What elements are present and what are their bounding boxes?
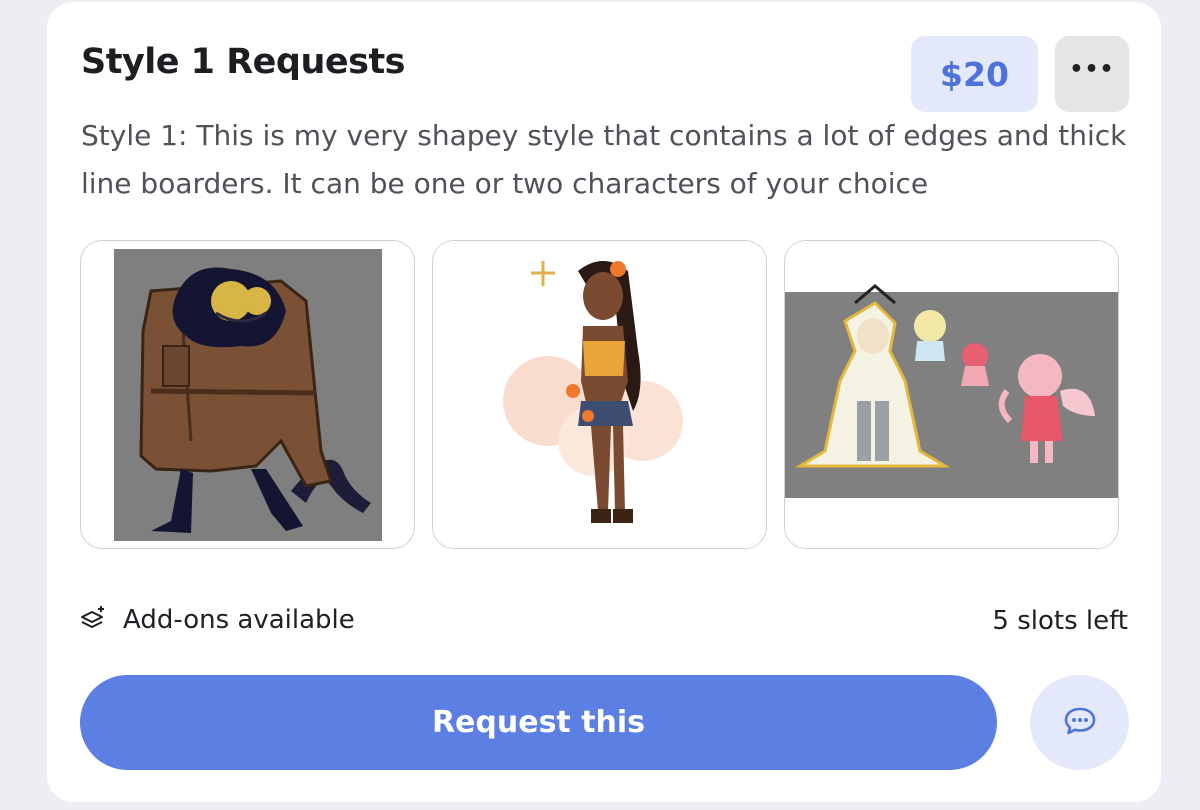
slots-remaining: 5 slots left [992,606,1128,636]
more-options-button[interactable]: ••• [1055,36,1129,112]
gallery-image-2-art [433,241,766,548]
request-button[interactable]: Request this [80,675,997,770]
price-badge: $20 [911,36,1038,112]
layers-plus-icon [79,604,107,636]
chat-button[interactable] [1030,675,1129,770]
commission-card: Style 1 Requests $20 ••• Style 1: This i… [47,2,1161,802]
more-horizontal-icon: ••• [1069,57,1115,82]
gallery-image-1[interactable] [80,240,415,549]
gallery-image-3[interactable] [784,240,1119,549]
gallery-image-1-art [114,249,382,541]
addons-label: Add-ons available [123,605,355,635]
gallery-image-3-art [785,241,1118,548]
addons-indicator: Add-ons available [79,604,355,636]
chat-bubble-icon [1063,706,1097,740]
gallery-image-2[interactable] [432,240,767,549]
card-title: Style 1 Requests [81,42,406,82]
card-description: Style 1: This is my very shapey style th… [81,119,1127,200]
